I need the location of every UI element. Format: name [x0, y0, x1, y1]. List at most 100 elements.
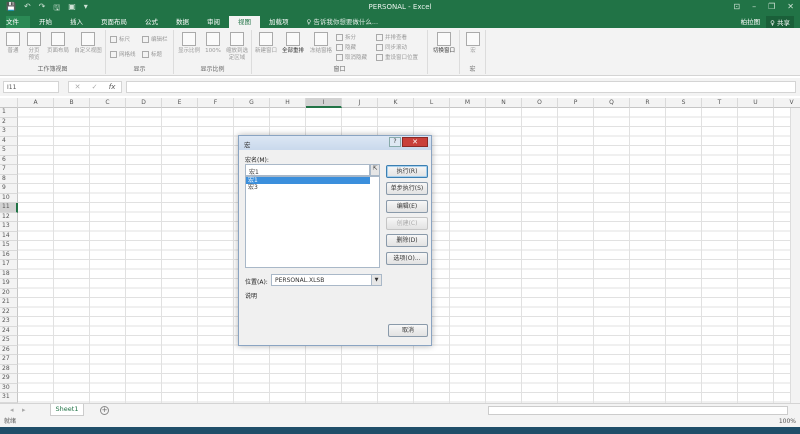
row-header[interactable]: 18: [0, 269, 18, 279]
page-break-preview-button[interactable]: 分页预览: [26, 32, 42, 62]
cancel-icon[interactable]: ✕: [75, 82, 81, 92]
tab-formulas[interactable]: 公式: [136, 16, 167, 28]
row-header[interactable]: 4: [0, 136, 18, 146]
close-icon[interactable]: ✕: [787, 2, 794, 11]
row-header[interactable]: 20: [0, 288, 18, 298]
share-button[interactable]: ♀ 共享: [766, 16, 794, 28]
new-window-button[interactable]: 新建窗口: [254, 32, 278, 55]
restore-icon[interactable]: ❐: [768, 2, 775, 11]
horizontal-scrollbar[interactable]: [488, 406, 788, 415]
zoom-level[interactable]: 100%: [779, 417, 796, 427]
headings-checkbox[interactable]: 标题: [142, 50, 162, 58]
scroll-sheets-left-icon[interactable]: ◂: [10, 406, 14, 414]
column-header[interactable]: A: [18, 98, 54, 108]
view-side-by-side-button[interactable]: 并排查看: [376, 33, 407, 41]
tab-file[interactable]: 文件: [6, 16, 30, 28]
row-header[interactable]: 19: [0, 279, 18, 289]
cancel-button[interactable]: 取消: [388, 324, 428, 337]
column-header[interactable]: G: [234, 98, 270, 108]
zoom-button[interactable]: 显示比例: [176, 32, 202, 55]
create-button[interactable]: 创建(C): [386, 217, 428, 230]
row-header[interactable]: 25: [0, 336, 18, 346]
tab-review[interactable]: 审阅: [198, 16, 229, 28]
row-header[interactable]: 21: [0, 298, 18, 308]
tab-view[interactable]: 视图: [229, 16, 260, 28]
column-header[interactable]: V: [774, 98, 800, 108]
scroll-sheets-right-icon[interactable]: ▸: [22, 406, 26, 414]
arrange-all-button[interactable]: 全部重排: [280, 32, 306, 55]
row-header[interactable]: 17: [0, 260, 18, 270]
ribbon-display-icon[interactable]: ⊡: [733, 2, 740, 11]
row-header[interactable]: 30: [0, 383, 18, 393]
synchronous-scrolling-button[interactable]: 同步滚动: [376, 43, 407, 51]
macros-button[interactable]: 宏: [463, 32, 483, 55]
column-header[interactable]: R: [630, 98, 666, 108]
custom-views-button[interactable]: 自定义视图: [72, 32, 104, 55]
column-header[interactable]: B: [54, 98, 90, 108]
options-button[interactable]: 选项(O)...: [386, 252, 428, 265]
select-all-corner[interactable]: [0, 98, 18, 108]
row-header[interactable]: 8: [0, 174, 18, 184]
enter-icon[interactable]: ✓: [92, 82, 98, 92]
column-header[interactable]: H: [270, 98, 306, 108]
row-header[interactable]: 24: [0, 326, 18, 336]
row-header[interactable]: 9: [0, 184, 18, 194]
column-header[interactable]: L: [414, 98, 450, 108]
collapse-dialog-icon[interactable]: ⇱: [370, 164, 380, 176]
row-header[interactable]: 5: [0, 146, 18, 156]
column-header[interactable]: Q: [594, 98, 630, 108]
row-header[interactable]: 11: [0, 203, 18, 213]
column-header[interactable]: T: [702, 98, 738, 108]
tab-addins[interactable]: 加载项: [260, 16, 298, 28]
column-header[interactable]: D: [126, 98, 162, 108]
row-header[interactable]: 27: [0, 355, 18, 365]
tab-page-layout[interactable]: 页面布局: [92, 16, 136, 28]
column-header[interactable]: S: [666, 98, 702, 108]
row-header[interactable]: 29: [0, 374, 18, 384]
insert-function-icon[interactable]: fx: [109, 82, 116, 92]
column-header[interactable]: I: [306, 98, 342, 108]
tab-data[interactable]: 数据: [167, 16, 198, 28]
row-header[interactable]: 16: [0, 250, 18, 260]
row-header[interactable]: 2: [0, 117, 18, 127]
column-header[interactable]: J: [342, 98, 378, 108]
formula-input[interactable]: [126, 81, 796, 93]
add-sheet-icon[interactable]: +: [100, 406, 109, 415]
row-header[interactable]: 12: [0, 212, 18, 222]
user-name[interactable]: 柏拉图: [741, 16, 761, 28]
row-header[interactable]: 23: [0, 317, 18, 327]
row-header[interactable]: 31: [0, 393, 18, 403]
column-header[interactable]: U: [738, 98, 774, 108]
macro-list[interactable]: 宏1 宏3: [245, 176, 380, 268]
switch-windows-button[interactable]: 切换窗口: [430, 32, 458, 55]
row-header[interactable]: 28: [0, 364, 18, 374]
hide-button[interactable]: 隐藏: [336, 43, 356, 51]
step-into-button[interactable]: 单步执行(S): [386, 182, 428, 195]
row-header[interactable]: 3: [0, 127, 18, 137]
column-header[interactable]: M: [450, 98, 486, 108]
column-header[interactable]: O: [522, 98, 558, 108]
list-item[interactable]: 宏3: [246, 184, 379, 191]
split-button[interactable]: 拆分: [336, 33, 356, 41]
column-header[interactable]: K: [378, 98, 414, 108]
ruler-checkbox[interactable]: 标尺: [110, 35, 130, 43]
row-header[interactable]: 13: [0, 222, 18, 232]
column-header[interactable]: N: [486, 98, 522, 108]
normal-view-button[interactable]: 普通: [3, 32, 23, 55]
vertical-scrollbar[interactable]: [790, 98, 800, 403]
row-header[interactable]: 15: [0, 241, 18, 251]
row-header[interactable]: 14: [0, 231, 18, 241]
page-layout-view-button[interactable]: 页面布局: [45, 32, 71, 55]
formula-bar-checkbox[interactable]: 编辑栏: [142, 35, 168, 43]
tell-me-search[interactable]: ♀ 告诉我你想要做什么...: [298, 16, 388, 28]
name-box[interactable]: I11: [3, 81, 59, 93]
freeze-panes-button[interactable]: 冻结窗格: [308, 32, 334, 55]
column-header[interactable]: E: [162, 98, 198, 108]
location-select[interactable]: PERSONAL.XLSB ▼: [271, 274, 382, 286]
row-header[interactable]: 6: [0, 155, 18, 165]
dialog-close-button[interactable]: ✕: [402, 137, 428, 147]
tab-insert[interactable]: 插入: [61, 16, 92, 28]
column-header[interactable]: P: [558, 98, 594, 108]
run-button[interactable]: 执行(R): [386, 165, 428, 178]
reset-window-position-button[interactable]: 重设窗口位置: [376, 53, 418, 61]
